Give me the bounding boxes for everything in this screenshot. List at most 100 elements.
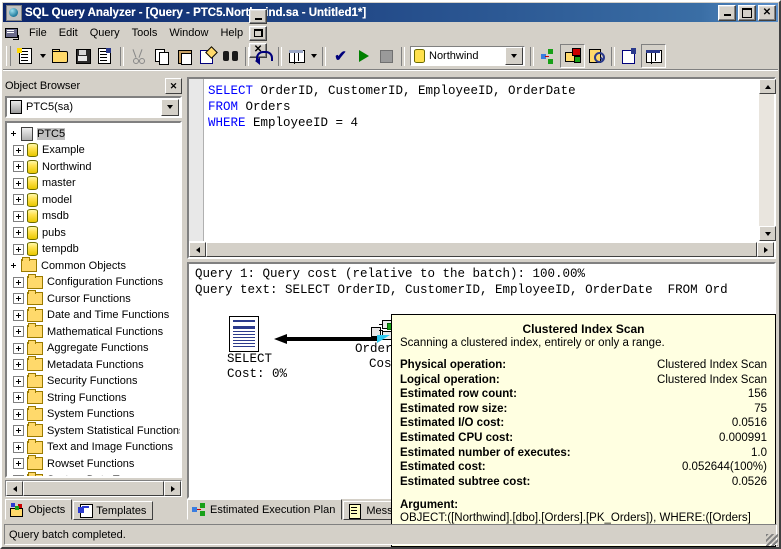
editor-scroll-left-button[interactable] [189,242,206,257]
tree-node[interactable]: model [9,191,180,208]
tree-node[interactable]: Security Functions [9,372,180,390]
tree-node[interactable]: PTC5 [9,125,180,142]
tree-node[interactable]: Rowset Functions [9,455,180,472]
tree-node[interactable]: System Statistical Functions [9,422,180,439]
tree-node[interactable]: Aggregate Functions [9,339,180,357]
scroll-thumb[interactable] [23,481,164,496]
paste-button[interactable] [173,45,196,67]
resize-grip[interactable] [766,534,778,546]
menu-file[interactable]: File [23,25,53,41]
execute-button[interactable] [352,45,375,67]
tree-node[interactable]: Date and Time Functions [9,306,180,324]
expand-plus-icon[interactable] [13,243,24,255]
menu-window[interactable]: Window [163,25,214,41]
menu-query[interactable]: Query [84,25,126,41]
tree-node[interactable]: tempdb [9,241,180,258]
expand-plus-icon[interactable] [13,144,24,156]
object-browser-hscrollbar[interactable] [5,480,182,497]
save-button[interactable] [71,45,94,67]
new-query-button[interactable] [14,45,37,67]
grid-dropdown[interactable] [308,45,319,67]
tab-estimated-execution-plan[interactable]: Estimated Execution Plan [187,499,343,520]
scroll-down-button[interactable] [759,226,776,241]
tree-node[interactable]: Example [9,142,180,159]
parse-button[interactable]: ✔ [329,45,352,67]
tree-node[interactable]: pubs [9,224,180,241]
expand-plus-icon[interactable] [13,227,24,239]
scroll-right-button[interactable] [164,481,181,496]
new-query-dropdown[interactable] [37,45,48,67]
expand-plus-icon[interactable] [13,342,24,354]
expand-plus-icon[interactable] [13,194,24,206]
object-browser-tree[interactable]: PTC5 Example Northwind master model msdb pubs t… [5,121,182,478]
database-selector[interactable]: Northwind [410,46,525,66]
object-browser-close-button[interactable]: ✕ [165,78,182,94]
display-estimated-plan-button[interactable] [537,45,560,67]
scroll-left-button[interactable] [6,481,23,496]
editor-vscrollbar[interactable] [758,79,776,241]
copy-button[interactable] [150,45,173,67]
sql-editor[interactable]: SELECT OrderID, CustomerID, EmployeeID, … [187,77,776,259]
tree-node[interactable]: master [9,175,180,192]
expand-plus-icon[interactable] [13,293,24,305]
tab-templates[interactable]: Templates [73,501,154,520]
expand-plus-icon[interactable] [13,441,24,453]
sql-code-text[interactable]: SELECT OrderID, CustomerID, EmployeeID, … [204,79,758,241]
menu-help[interactable]: Help [214,25,249,41]
tree-node[interactable]: System Data Types [9,471,180,477]
select-node[interactable]: SELECT Cost: 0% [227,316,287,382]
server-connection-dropdown[interactable] [161,98,179,116]
object-search-button[interactable] [641,44,666,68]
find-button[interactable] [219,45,242,67]
expand-plus-icon[interactable] [13,392,24,404]
expand-plus-icon[interactable] [13,425,24,437]
child-restore-button[interactable] [249,25,268,41]
tree-node[interactable]: String Functions [9,389,180,406]
show-execution-plan-button[interactable] [560,44,585,68]
expand-plus-icon[interactable] [13,326,24,338]
server-connection-combo[interactable]: PTC5(sa) [5,96,182,119]
cut-button[interactable] [127,45,150,67]
menu-edit[interactable]: Edit [53,25,84,41]
expand-plus-icon[interactable] [13,210,24,222]
tree-node[interactable]: Cursor Functions [9,290,180,307]
insert-template-button[interactable] [94,45,117,67]
show-server-trace-button[interactable] [585,45,608,67]
expand-plus-icon[interactable] [13,276,24,288]
tab-objects[interactable]: Objects [5,499,73,520]
application-window: SQL Query Analyzer - [Query - PTC5.North… [0,0,781,549]
open-button[interactable] [48,45,71,67]
tree-node[interactable]: System Functions [9,405,180,423]
tree-node[interactable]: Common Objects [9,257,180,274]
object-browser-button[interactable] [618,45,641,67]
editor-scroll-right-button[interactable] [757,242,774,257]
tree-node[interactable]: Metadata Functions [9,356,180,373]
scroll-up-button[interactable] [759,79,776,94]
expand-plus-icon[interactable] [13,309,24,321]
toolbar-grip[interactable] [6,46,11,66]
tree-node[interactable]: Northwind [9,158,180,175]
grid-button[interactable] [285,45,308,67]
expand-plus-icon[interactable] [13,359,24,371]
database-selector-dropdown[interactable] [505,47,523,65]
tree-node[interactable]: Mathematical Functions [9,323,180,340]
undo-button[interactable] [252,45,275,67]
child-minimize-button[interactable] [249,8,268,24]
clear-window-button[interactable] [196,45,219,67]
editor-vscroll-track[interactable] [759,94,774,226]
menu-tools[interactable]: Tools [126,25,164,41]
expand-plus-icon[interactable] [13,408,24,420]
database-icon [27,192,38,207]
tree-node[interactable]: msdb [9,208,180,225]
stop-button[interactable] [375,45,398,67]
expand-plus-icon[interactable] [13,161,24,173]
tree-node[interactable]: Text and Image Functions [9,438,180,456]
editor-hscrollbar[interactable] [189,241,774,257]
tree-node[interactable]: Configuration Functions [9,273,180,291]
expand-plus-icon[interactable] [13,177,24,189]
expand-plus-icon[interactable] [13,474,24,477]
editor-hscroll-thumb[interactable] [206,242,757,257]
arrow-up-icon [764,84,771,89]
expand-plus-icon[interactable] [13,375,24,387]
expand-plus-icon[interactable] [13,458,24,470]
